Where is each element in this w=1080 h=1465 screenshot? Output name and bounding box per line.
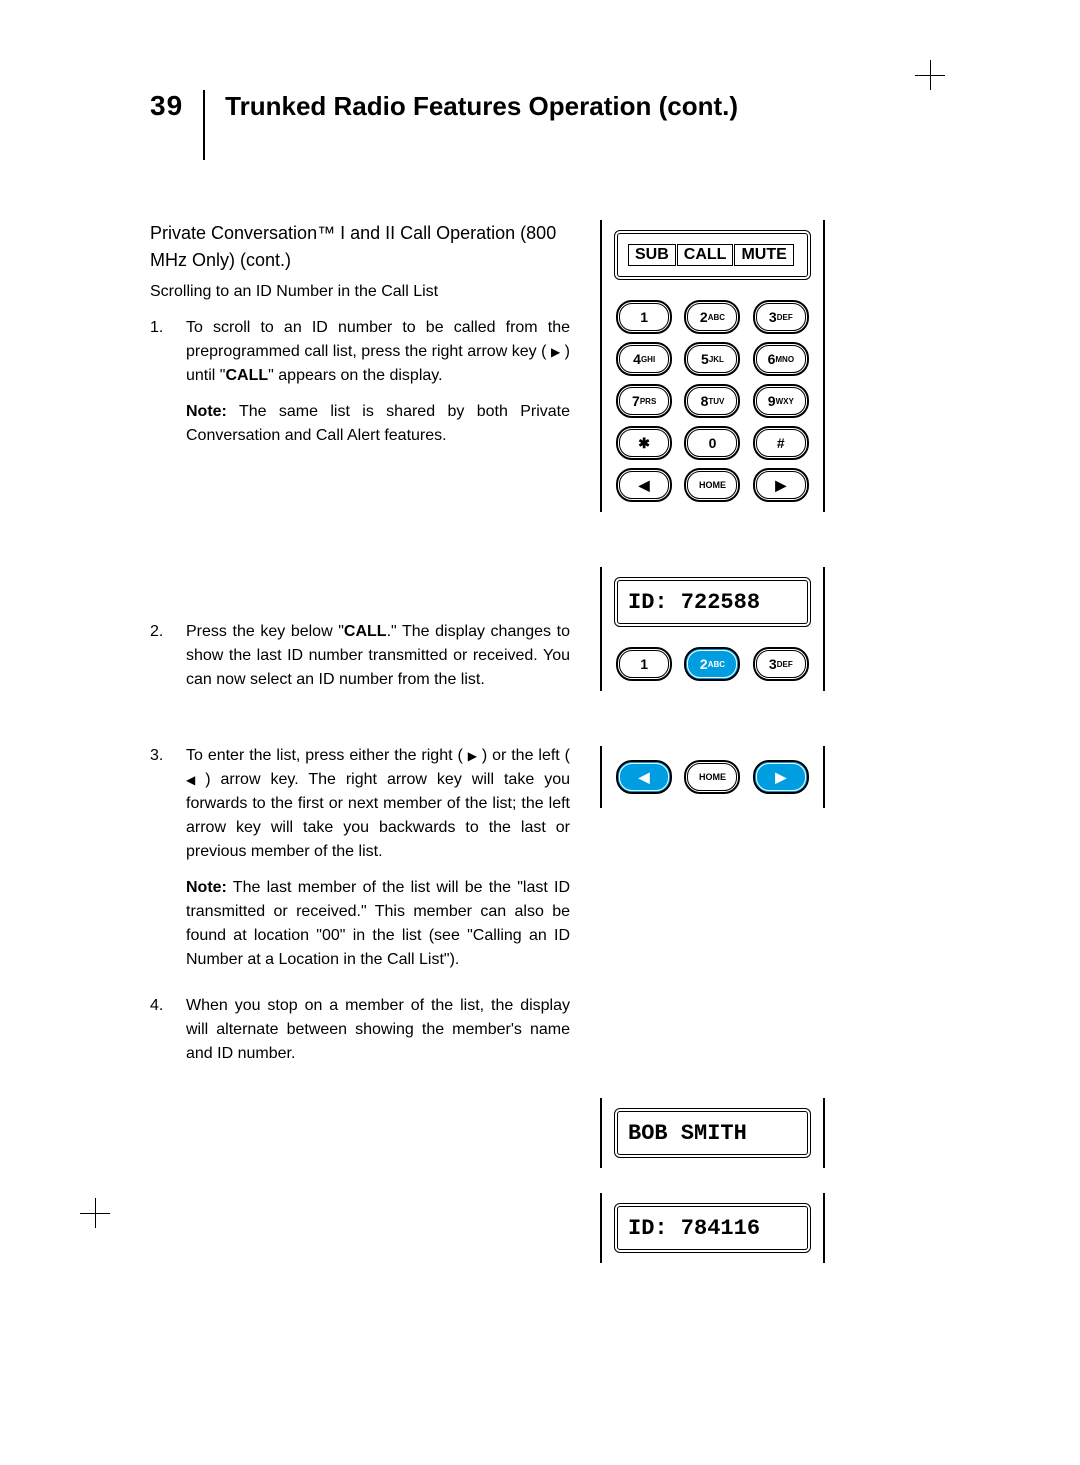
step-text: ) or the left ( [477,747,570,764]
keypad: ◀ HOME ▶ [614,760,811,794]
keypad: 1 2ABC 3DEF [614,647,811,681]
keypad-key: 9WXY [753,384,809,418]
device-figure-3: ◀ HOME ▶ [600,746,825,808]
subsection-subtitle: Scrolling to an ID Number in the Call Li… [150,280,570,304]
step-number: 3. [150,744,172,984]
keypad-key: 2ABC [684,300,740,334]
lcd-display: ID: 722588 [614,577,811,627]
step-3: 3. To enter the list, press either the r… [150,744,570,984]
lcd-segment: SUB [628,244,676,266]
keypad-key: 1 [616,647,672,681]
keypad-key: 8TUV [684,384,740,418]
step-text: ) arrow key. The right arrow key will ta… [186,771,570,860]
subsection-title: Private Conversation™ I and II Call Oper… [150,220,570,274]
step-number: 4. [150,994,172,1078]
keypad-key: ▶ [753,760,809,794]
step-text: To scroll to an ID number to be called f… [186,319,570,360]
device-figure-1: SUBCALLMUTE 1 2ABC 3DEF 4GHI 5JKL 6MNO 7PRS 8TU… [600,220,825,512]
lcd-segment: CALL [677,244,734,266]
right-arrow-icon: ▶ [551,343,560,361]
keypad-key: ◀ [616,468,672,502]
device-figure-4: BOB SMITH [600,1098,825,1168]
lcd-display: BOB SMITH [614,1108,811,1158]
step-text: Press the key below " [186,623,344,640]
note-label: Note: [186,403,227,420]
step-number: 2. [150,620,172,704]
title-divider [203,90,205,160]
left-arrow-icon: ◀ [186,771,195,789]
crop-mark-icon [915,60,945,90]
lcd-display: SUBCALLMUTE [614,230,811,280]
keypad: 1 2ABC 3DEF 4GHI 5JKL 6MNO 7PRS 8TUV 9WXY ✱ 0 # ◀ HOM… [614,300,811,502]
document-page: 39 Trunked Radio Features Operation (con… [0,0,1080,1363]
keypad-key: 3DEF [753,647,809,681]
note-text: The same list is shared by both Private … [186,403,570,444]
step-text: To enter the list, press either the righ… [186,747,468,764]
text-column: Private Conversation™ I and II Call Oper… [150,220,570,1263]
keypad-key: HOME [684,760,740,794]
page-title: Trunked Radio Features Operation (cont.) [225,90,738,124]
keypad-key: ◀ [616,760,672,794]
page-header: 39 Trunked Radio Features Operation (con… [150,90,980,160]
keypad-key: HOME [684,468,740,502]
step-text: When you stop on a member of the list, t… [186,994,570,1066]
device-figure-5: ID: 784116 [600,1193,825,1263]
step-1: 1. To scroll to an ID number to be calle… [150,316,570,460]
keypad-key: 6MNO [753,342,809,376]
step-2: 2. Press the key below "CALL." The displ… [150,620,570,704]
keypad-key: 4GHI [616,342,672,376]
content-row: Private Conversation™ I and II Call Oper… [150,220,980,1263]
keypad-key: 5JKL [684,342,740,376]
keypad-key: 1 [616,300,672,334]
device-figure-2: ID: 722588 1 2ABC 3DEF [600,567,825,691]
keypad-key: ▶ [753,468,809,502]
keypad-key: ✱ [616,426,672,460]
right-arrow-icon: ▶ [468,747,477,765]
keypad-key: # [753,426,809,460]
figure-column: SUBCALLMUTE 1 2ABC 3DEF 4GHI 5JKL 6MNO 7PRS 8TU… [600,220,825,1263]
note-label: Note: [186,879,227,896]
step-4: 4. When you stop on a member of the list… [150,994,570,1078]
step-text-bold: CALL [225,367,268,384]
page-number: 39 [150,90,183,122]
step-text-bold: CALL [344,623,387,640]
keypad-key: 3DEF [753,300,809,334]
keypad-key: 2ABC [684,647,740,681]
step-text: " appears on the display. [268,367,442,384]
lcd-segment: MUTE [734,244,793,266]
note-text: The last member of the list will be the … [186,879,570,968]
crop-mark-icon [80,1198,110,1228]
keypad-key: 0 [684,426,740,460]
step-number: 1. [150,316,172,460]
lcd-display: ID: 784116 [614,1203,811,1253]
keypad-key: 7PRS [616,384,672,418]
